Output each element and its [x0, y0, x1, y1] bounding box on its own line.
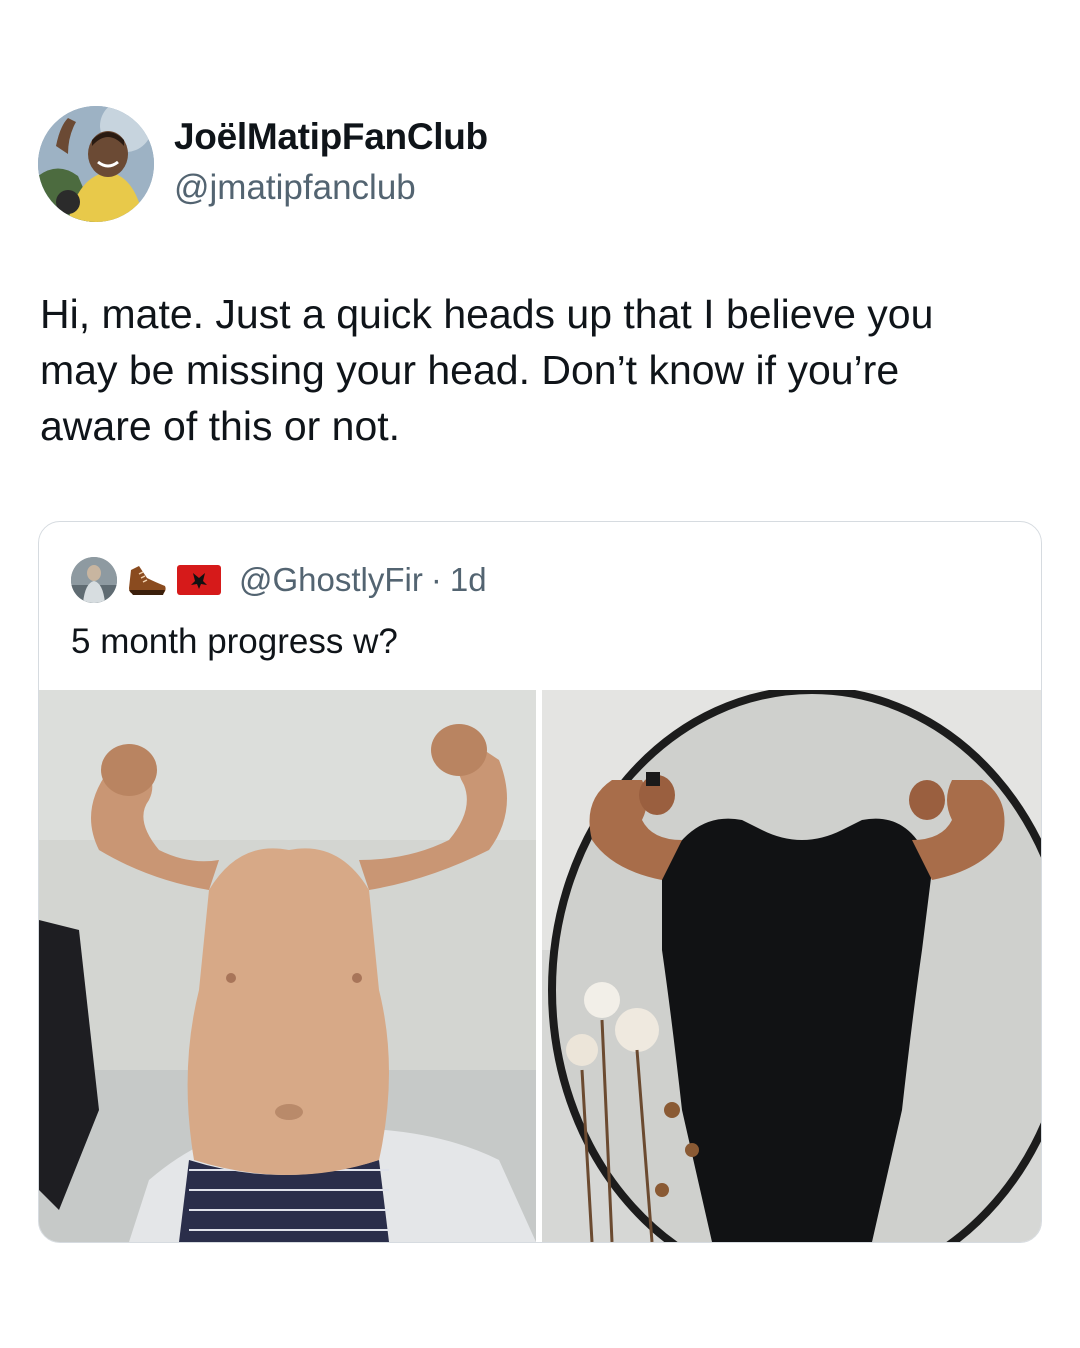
photo-left-image: [39, 690, 536, 1242]
quoted-photo-right[interactable]: [542, 690, 1041, 1242]
tweet-text: Hi, mate. Just a quick heads up that I b…: [40, 291, 934, 449]
quoted-tweet-card[interactable]: @GhostlyFir · 1d 5 month progress w?: [38, 521, 1042, 1243]
author-handle[interactable]: @jmatipfanclub: [174, 168, 416, 208]
albania-flag-icon: [177, 565, 221, 595]
quoted-avatar-image: [71, 557, 117, 603]
quoted-separator: ·: [430, 561, 442, 598]
quoted-time[interactable]: 1d: [450, 561, 487, 599]
photo-right-image: [542, 690, 1041, 1242]
quoted-tweet-header: @GhostlyFir · 1d: [71, 556, 487, 604]
quoted-avatar[interactable]: [71, 557, 117, 603]
quoted-handle[interactable]: @GhostlyFir: [239, 561, 423, 599]
author-avatar[interactable]: [38, 106, 154, 222]
author-name[interactable]: JoëlMatipFanClub: [174, 116, 488, 158]
shoe-icon: [125, 560, 169, 600]
quoted-photo-left[interactable]: [39, 690, 536, 1242]
quoted-tweet-text: 5 month progress w?: [71, 622, 398, 661]
author-avatar-image: [38, 106, 154, 222]
